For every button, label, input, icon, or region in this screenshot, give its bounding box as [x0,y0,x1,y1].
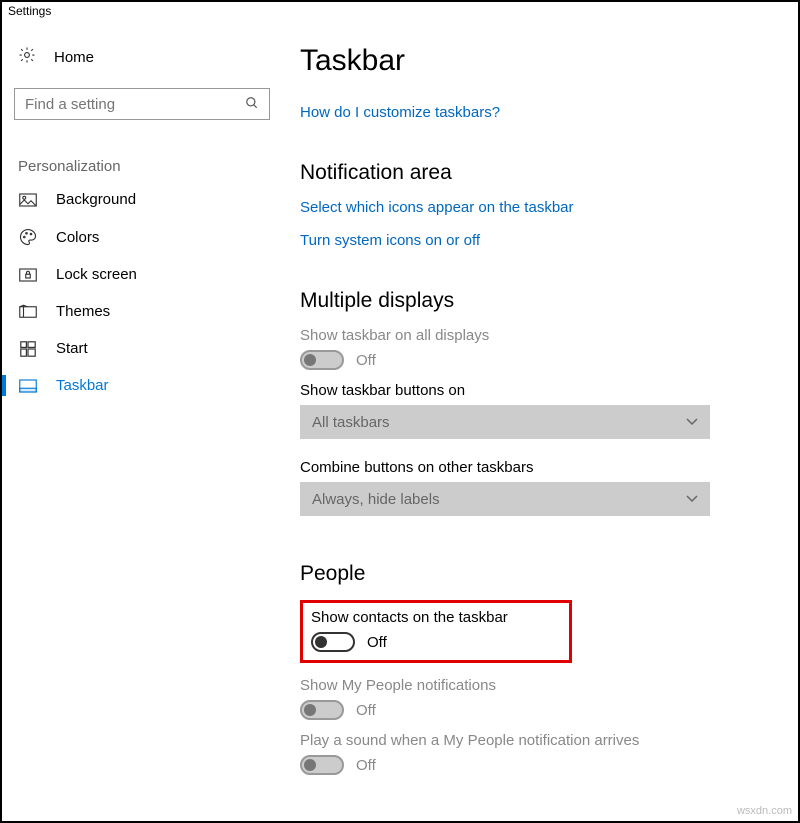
chevron-down-icon [686,415,698,429]
show-buttons-on-label: Show taskbar buttons on [300,382,756,399]
search-icon [245,96,259,113]
combine-buttons-select[interactable]: Always, hide labels [300,482,710,516]
show-my-people-notif-toggle: Off [300,700,756,720]
chevron-down-icon [686,492,698,506]
sidebar-item-label: Background [56,191,136,208]
combine-buttons-label: Combine buttons on other taskbars [300,459,756,476]
help-link[interactable]: How do I customize taskbars? [300,104,500,121]
show-buttons-on-select[interactable]: All taskbars [300,405,710,439]
lockscreen-icon [18,268,38,282]
toggle-state: Off [356,352,376,369]
system-icons-link[interactable]: Turn system icons on or off [300,232,480,249]
sidebar-item-label: Lock screen [56,266,137,283]
show-contacts-toggle[interactable]: Off [311,632,561,652]
sidebar-item-colors[interactable]: Colors [2,218,282,256]
dropdown-value: Always, hide labels [312,491,440,508]
sidebar-item-taskbar[interactable]: Taskbar [2,367,282,404]
people-heading: People [300,562,756,586]
sidebar-item-lockscreen[interactable]: Lock screen [2,256,282,293]
sidebar-item-start[interactable]: Start [2,330,282,367]
multiple-displays-heading: Multiple displays [300,289,756,313]
watermark: wsxdn.com [737,805,792,817]
palette-icon [18,228,38,246]
sidebar-home[interactable]: Home [2,40,282,74]
home-label: Home [54,49,94,66]
sidebar-item-label: Taskbar [56,377,109,394]
toggle-state: Off [367,634,387,651]
play-sound-label: Play a sound when a My People notificati… [300,732,756,749]
select-icons-link[interactable]: Select which icons appear on the taskbar [300,199,574,216]
show-contacts-label: Show contacts on the taskbar [311,609,561,626]
toggle-state: Off [356,702,376,719]
themes-icon [18,304,38,320]
search-input[interactable] [14,88,270,120]
window-title: Settings [2,2,798,20]
dropdown-value: All taskbars [312,414,390,431]
show-my-people-notif-label: Show My People notifications [300,677,756,694]
show-taskbar-all-label: Show taskbar on all displays [300,327,756,344]
taskbar-icon [18,379,38,393]
sidebar-item-background[interactable]: Background [2,181,282,218]
picture-icon [18,193,38,207]
main-content: Taskbar How do I customize taskbars? Not… [282,20,798,819]
search-field[interactable] [25,96,245,113]
sidebar-section: Personalization [2,120,282,181]
sidebar-item-label: Colors [56,229,99,246]
sidebar-item-label: Themes [56,303,110,320]
sidebar-item-themes[interactable]: Themes [2,293,282,330]
sidebar-item-label: Start [56,340,88,357]
show-taskbar-all-toggle: Off [300,350,756,370]
start-icon [18,341,38,357]
sidebar: Home Personalization Background Colors [2,20,282,819]
highlight-annotation: Show contacts on the taskbar Off [300,600,572,663]
page-title: Taskbar [300,44,756,78]
play-sound-toggle: Off [300,755,756,775]
notification-area-heading: Notification area [300,161,756,185]
toggle-state: Off [356,757,376,774]
gear-icon [18,46,36,68]
